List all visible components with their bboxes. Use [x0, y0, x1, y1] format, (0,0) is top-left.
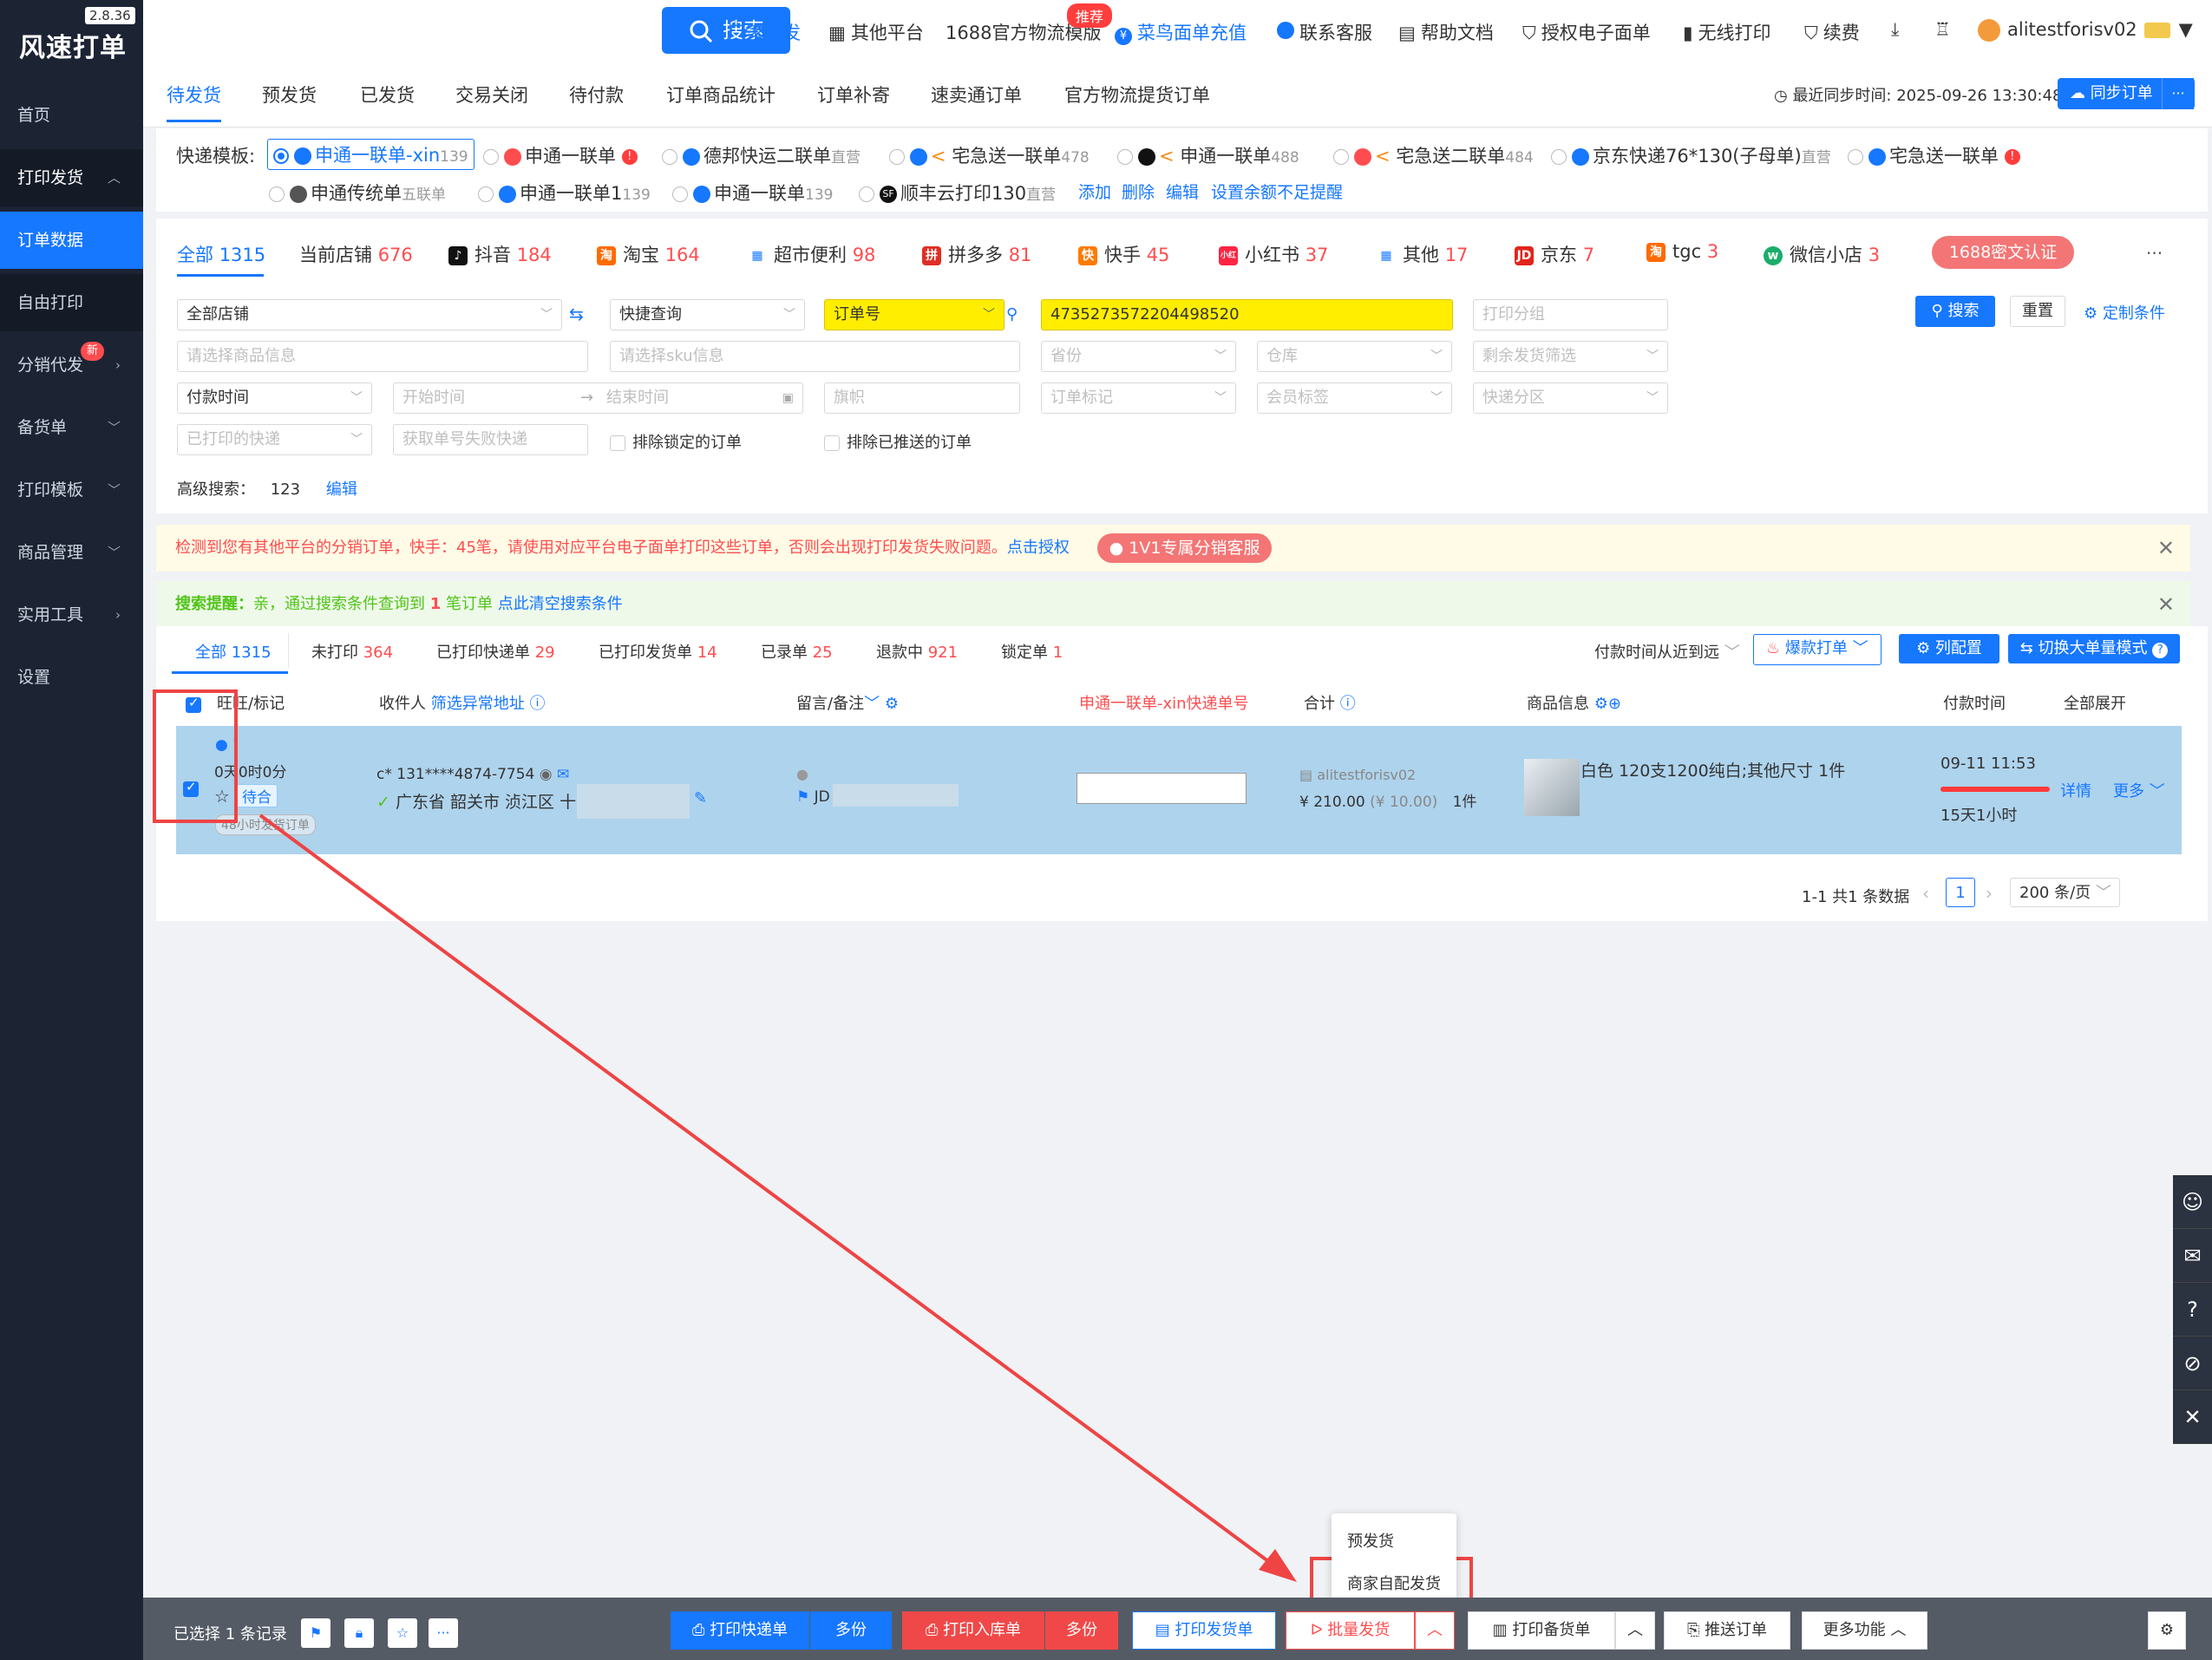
mail-icon[interactable]: ✉: [2173, 1229, 2212, 1283]
push-order-button[interactable]: ⎘ 推送订单: [1664, 1611, 1790, 1650]
barcode-icon: ▥: [1492, 1621, 1513, 1639]
star-icon[interactable]: ☆: [388, 1618, 417, 1648]
flag-icon[interactable]: ⚑: [301, 1618, 330, 1648]
feedback-icon[interactable]: ☺: [2173, 1175, 2212, 1229]
selected-count: 已选择 1 条记录: [173, 1625, 287, 1644]
print-prep-button[interactable]: ▥ 打印备货单: [1468, 1611, 1615, 1650]
compass-icon[interactable]: ⊘: [2173, 1336, 2212, 1390]
print-express-button[interactable]: ⎙ 打印快递单: [671, 1611, 809, 1650]
print-stock-in-button[interactable]: ⎙ 打印入库单: [902, 1611, 1044, 1650]
lock-icon[interactable]: 🔒︎: [344, 1618, 374, 1648]
more-icon[interactable]: ···: [429, 1618, 458, 1648]
help-icon[interactable]: ?: [2173, 1283, 2212, 1336]
print-ship-button[interactable]: ▤ 打印发货单: [1132, 1611, 1276, 1650]
close-icon[interactable]: ✕: [2173, 1390, 2212, 1444]
annotation-arrow: [259, 814, 1284, 1573]
print-prep-toggle[interactable]: ︿: [1615, 1611, 1655, 1650]
annotation-overlay: [153, 689, 1473, 1604]
annotation-arrowhead: [1259, 1549, 1297, 1582]
batch-ship-button[interactable]: ᐅ 批量发货: [1286, 1611, 1415, 1650]
print-stock-in-multi-button[interactable]: 多份: [1045, 1611, 1118, 1650]
send-icon: ᐅ: [1310, 1621, 1328, 1639]
annotation-box: [153, 689, 238, 823]
chevron-up-icon: ︿: [1890, 1621, 1907, 1639]
gear-icon: ⚙: [2159, 1621, 2175, 1639]
printer-icon: ⎙: [691, 1621, 710, 1639]
chevron-up-icon: ︿: [1427, 1621, 1443, 1639]
settings-gear-button[interactable]: ⚙: [2148, 1611, 2186, 1650]
menu-item-pre-ship[interactable]: 预发货: [1347, 1529, 1394, 1552]
printer-icon: ⎙: [925, 1621, 944, 1639]
more-functions-button[interactable]: 更多功能 ︿: [1802, 1611, 1927, 1650]
print-express-multi-button[interactable]: 多份: [810, 1611, 892, 1650]
push-icon: ⎘: [1686, 1621, 1705, 1639]
menu-item-self-ship[interactable]: 商家自配发货: [1347, 1572, 1441, 1594]
batch-ship-toggle[interactable]: ︿: [1415, 1611, 1455, 1650]
document-icon: ▤: [1155, 1621, 1175, 1639]
chevron-up-icon: ︿: [1627, 1621, 1643, 1639]
